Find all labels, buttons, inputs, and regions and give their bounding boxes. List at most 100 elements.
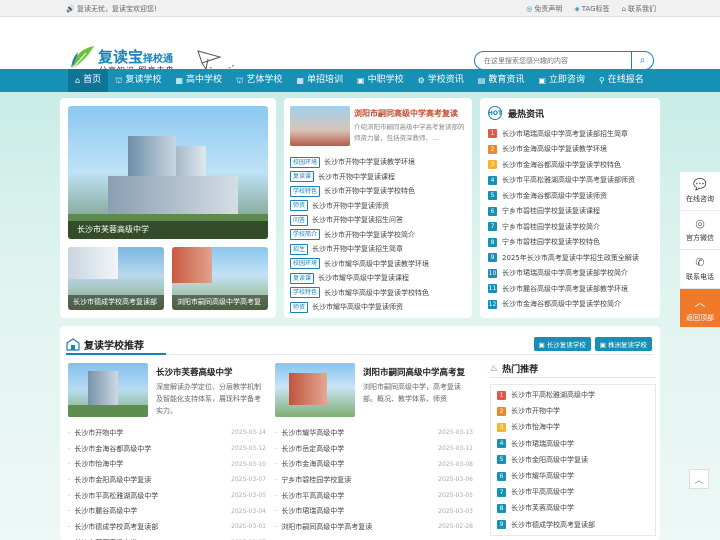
featured-school[interactable]: 浏阳市嗣同高级中学高考复 浏阳市嗣同高级中学，高考复读部。概况、教学体系、师资	[275, 363, 475, 419]
tag-news-item[interactable]: 复读课 长沙市耀华高级中学复读课程	[290, 271, 468, 286]
news-thumbnail	[290, 106, 350, 146]
category-tag[interactable]: 学校特色	[290, 287, 321, 299]
nav-label: 高中学校	[186, 75, 223, 85]
ranked-item[interactable]: 1 长沙市平高松雅湖高级中学	[497, 387, 649, 403]
nav-item-vocational[interactable]: ▣ 中职学校	[350, 69, 411, 92]
school-list-item[interactable]: 长沙市芙蓉高级中学2025-02-27	[68, 535, 266, 540]
category-tag[interactable]: 复读课	[290, 272, 315, 284]
contact-phone-button[interactable]: ✆ 联系电话	[680, 250, 720, 289]
school-list-item[interactable]: 长沙市金海谷都高级中学 2025-03-12	[68, 441, 266, 457]
zhuzhou-schools-button[interactable]: ▣ 株洲复读学校	[594, 337, 652, 351]
school-list-item[interactable]: 长沙市德成学校高考复读部 2025-03-01	[68, 519, 266, 535]
tag-news-item[interactable]: 招生 长沙市开物中学复读招生简章	[290, 242, 468, 257]
nav-item-repeat-schools[interactable]: ⛫ 复读学校	[108, 69, 168, 92]
side-label: 联系电话	[686, 273, 714, 281]
ranked-item[interactable]: 9 2025年长沙市高考复读中学招生政策全解读	[488, 250, 654, 266]
tag-news-item[interactable]: 校园环境 长沙市耀华高级中学复读教学环境	[290, 257, 468, 272]
category-tag[interactable]: 学校简介	[290, 229, 321, 241]
nav-item-single-recruit[interactable]: ▦ 单招培训	[289, 69, 350, 92]
back-to-top-button[interactable]: ︿ 返回顶部	[680, 289, 720, 328]
small-school-image[interactable]: 浏阳市嗣同高级中学高考复	[172, 247, 268, 310]
nav-item-consult[interactable]: ▣ 立即咨询	[531, 69, 592, 92]
school-list-right: 长沙市耀华高级中学2025-03-13长沙市岳定高级中学2025-03-11长沙…	[275, 425, 473, 535]
tag-link[interactable]: ◈ TAG标签	[574, 4, 609, 14]
ranked-item[interactable]: 12 长沙市金海谷都高级中学复读学校简介	[488, 297, 654, 313]
news-title: 长沙市开物中学复读教学环境	[324, 158, 416, 167]
category-tag[interactable]: 复读课	[290, 171, 315, 183]
school-list-item[interactable]: 长沙市怡海中学 2025-03-10	[68, 456, 266, 472]
contact-link[interactable]: ⌂ 联系我们	[622, 4, 656, 14]
tag-news-item[interactable]: 校园环境 长沙市开物中学复读教学环境	[290, 155, 468, 170]
main-nav: ⌂ 首页 ⛫ 复读学校 ▦ 高中学校 ⛫ 艺体学校 ▦ 单招培训 ▣ 中职学校 ⚙ 学校资讯 …	[0, 69, 720, 92]
category-tag[interactable]: 校园环境	[290, 258, 321, 270]
tag-news-item[interactable]: 复读课 长沙市开物中学复读课程	[290, 170, 468, 185]
top-news-item[interactable]: 浏阳市嗣同高级中学高考复读 介绍浏阳市嗣同高级中学高考复读部的师资力量，包括资深…	[290, 106, 466, 152]
school-list-item[interactable]: 长沙市岳定高级中学 2025-03-11	[275, 441, 473, 457]
ranked-item-title: 长沙市耀华高级中学	[511, 472, 574, 481]
official-wechat-button[interactable]: ◎ 官方微信	[680, 211, 720, 250]
category-tag[interactable]: 问答	[290, 214, 309, 226]
nav-item-edu-news[interactable]: ▤ 教育资讯	[471, 69, 532, 92]
ranked-item[interactable]: 4 长沙市平高松雅湖高级中学高考复读部师资	[488, 173, 654, 189]
tag-news-item[interactable]: 问答 长沙市开物中学复读招生问答	[290, 213, 468, 228]
tag-news-item[interactable]: 师资 长沙市耀华高级中学复读师资	[290, 300, 468, 315]
nav-item-signup[interactable]: ⚲ 在线报名	[592, 69, 651, 92]
search-button[interactable]: ⌕	[631, 51, 653, 70]
ranked-item[interactable]: 2 长沙市开物中学	[497, 403, 649, 419]
school-list-item[interactable]: 长沙市平高高级中学 2025-03-05	[275, 488, 473, 504]
tag-news-item[interactable]: 师资 长沙市开物中学复读师资	[290, 199, 468, 214]
tag-news-item[interactable]: 学校特色 长沙市开物中学复读学校特色	[290, 184, 468, 199]
ranked-item[interactable]: 5 长沙市金海谷都高级中学复读师资	[488, 188, 654, 204]
ranked-item[interactable]: 9 长沙市德成学校高考复读部	[497, 517, 649, 533]
school-list-item[interactable]: 浏阳市嗣同高级中学高考复读 2025-02-28	[275, 519, 473, 535]
school-list-item[interactable]: 长沙市麓谷高级中学 2025-03-04	[68, 503, 266, 519]
school-name: 长沙市平高高级中学	[275, 491, 344, 501]
category-tag[interactable]: 师资	[290, 200, 309, 212]
gallery-card: 长沙市芙蓉高级中学 长沙市德成学校高考复读部 浏阳市嗣同高级中学高考复	[60, 98, 276, 318]
featured-school[interactable]: 长沙市芙蓉高级中学 深度解读办学定位、分层教学机制及智能化支持体系，展现科学备考…	[68, 363, 268, 419]
nav-item-home[interactable]: ⌂ 首页	[68, 69, 109, 92]
ranked-item[interactable]: 6 宁乡市碧桂园学校复读复读课程	[488, 204, 654, 220]
category-tag[interactable]: 师资	[290, 301, 309, 313]
ranked-item[interactable]: 4 长沙市珺瑞高级中学	[497, 436, 649, 452]
disclaimer-link[interactable]: ◎ 免责声明	[526, 4, 562, 14]
school-name: 长沙市德成学校高考复读部	[68, 522, 158, 532]
school-list-item[interactable]: 长沙市耀华高级中学 2025-03-13	[275, 425, 473, 441]
online-consult-button[interactable]: 💬 在线咨询	[680, 172, 720, 211]
category-tag[interactable]: 学校特色	[290, 185, 321, 197]
ranked-item[interactable]: 3 长沙市金海谷都高级中学复读学校特色	[488, 157, 654, 173]
nav-item-school-news[interactable]: ⚙ 学校资讯	[411, 69, 471, 92]
ranked-item[interactable]: 7 长沙市平高高级中学	[497, 484, 649, 500]
post-date: 2025-03-10	[231, 460, 266, 468]
tag-news-item[interactable]: 学校简介 长沙市开物中学复读学校简介	[290, 228, 468, 243]
category-tag[interactable]: 招生	[290, 243, 309, 255]
ranked-item[interactable]: 1 长沙市珺瑞高级中学高考复读部招生简章	[488, 126, 654, 142]
school-list-item[interactable]: 宁乡市碧桂园学校复读 2025-03-06	[275, 472, 473, 488]
ranked-item[interactable]: 7 宁乡市碧桂园学校复读学校简介	[488, 219, 654, 235]
ranked-item[interactable]: 6 长沙市耀华高级中学	[497, 468, 649, 484]
ranked-item-title: 宁乡市碧桂园学校复读学校简介	[502, 222, 600, 231]
scroll-top-button[interactable]: ︿	[689, 469, 709, 489]
school-list-item[interactable]: 长沙市平高松雅湖高级中学 2025-03-05	[68, 488, 266, 504]
school-list-item[interactable]: 长沙市珺瑞高级中学 2025-03-03	[275, 503, 473, 519]
search-input[interactable]	[484, 55, 634, 67]
ranked-item[interactable]: 11 长沙市麓谷高级中学高考复读部教学环境	[488, 281, 654, 297]
ranked-item[interactable]: 10 长沙市珺瑞高级中学高考复读部学校简介	[488, 266, 654, 282]
ground-shape	[68, 405, 148, 417]
tag-news-item[interactable]: 学校特色 长沙市耀华高级中学复读学校特色	[290, 286, 468, 301]
nav-item-art-schools[interactable]: ⛫ 艺体学校	[229, 69, 289, 92]
main-school-image[interactable]: 长沙市芙蓉高级中学	[68, 106, 268, 239]
ranked-item[interactable]: 3 长沙市怡海中学	[497, 419, 649, 435]
nav-label: 中职学校	[367, 75, 404, 85]
ranked-item[interactable]: 8 宁乡市碧桂园学校复读学校特色	[488, 235, 654, 251]
school-list-item[interactable]: 长沙市金阳高级中学复读 2025-03-07	[68, 472, 266, 488]
ranked-item[interactable]: 5 长沙市金阳高级中学复读	[497, 452, 649, 468]
school-list-item[interactable]: 长沙市金海高级中学 2025-03-08	[275, 456, 473, 472]
nav-item-high-schools[interactable]: ▦ 高中学校	[168, 69, 229, 92]
small-school-image[interactable]: 长沙市德成学校高考复读部	[68, 247, 164, 310]
category-tag[interactable]: 校园环境	[290, 156, 321, 168]
ranked-item[interactable]: 8 长沙市芙蓉高级中学	[497, 500, 649, 516]
ranked-item[interactable]: 2 长沙市金海高级中学复读教学环境	[488, 142, 654, 158]
changsha-schools-button[interactable]: ▣ 长沙复读学校	[533, 337, 591, 351]
school-list-item[interactable]: 长沙市开物中学 2025-03-14	[68, 425, 266, 441]
